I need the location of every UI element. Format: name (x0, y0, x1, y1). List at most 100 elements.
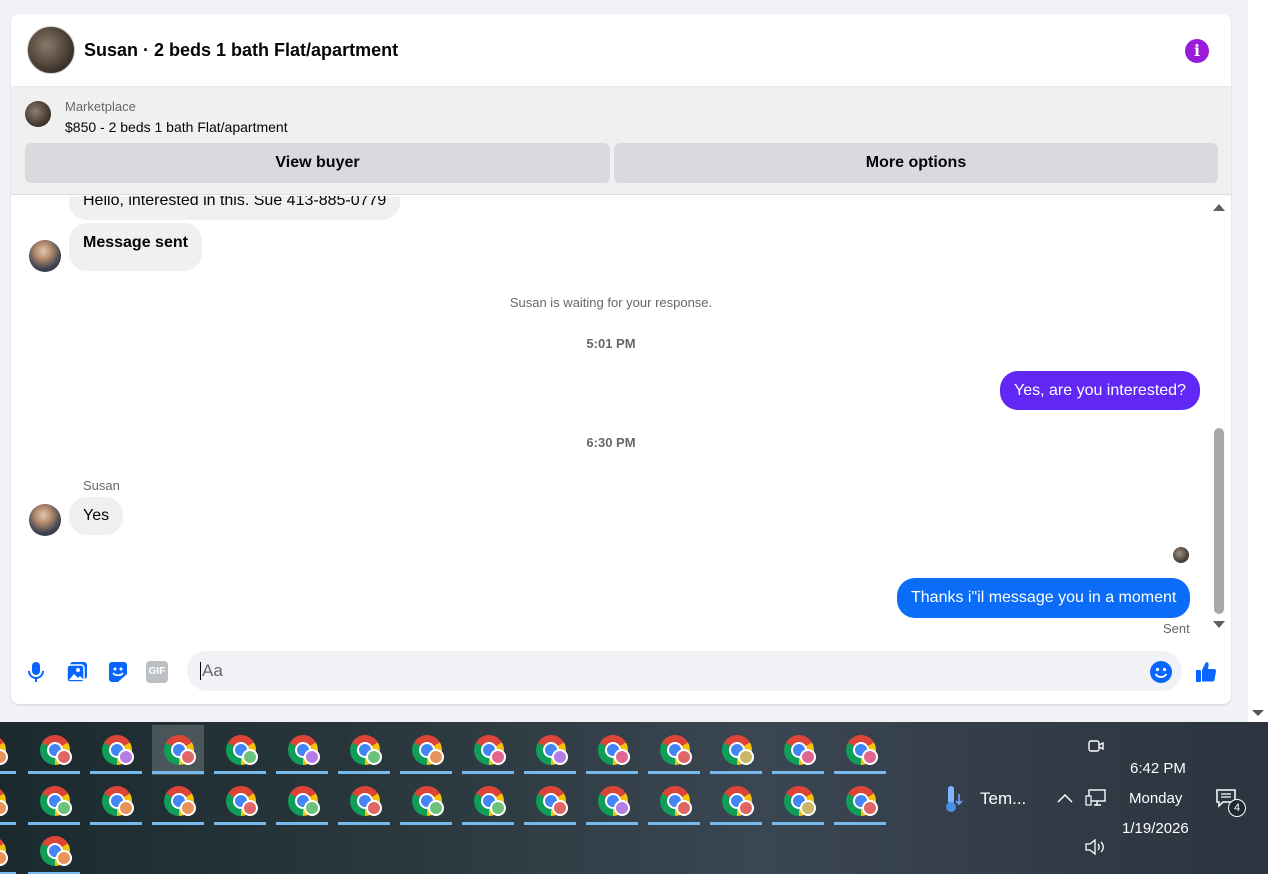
timestamp: 5:01 PM (586, 336, 636, 351)
chrome-taskbar-button[interactable] (0, 776, 16, 826)
profile-badge-icon (0, 850, 8, 866)
profile-badge-icon (180, 800, 196, 816)
chrome-taskbar-button[interactable] (152, 776, 204, 826)
chrome-taskbar-button[interactable] (214, 776, 266, 826)
chevron-up-icon[interactable] (1056, 792, 1074, 804)
message-input[interactable]: Aa (187, 651, 1182, 691)
scroll-up-arrow-icon[interactable] (1213, 204, 1225, 211)
chrome-taskbar-button[interactable] (772, 776, 824, 826)
profile-badge-icon (862, 800, 878, 816)
chrome-taskbar-button[interactable] (0, 725, 16, 775)
listing-price-title[interactable]: $850 - 2 beds 1 bath Flat/apartment (65, 119, 288, 135)
chrome-taskbar-button[interactable] (214, 725, 266, 775)
chrome-taskbar-button[interactable] (28, 725, 80, 775)
chrome-taskbar-button[interactable] (710, 725, 762, 775)
profile-badge-icon (800, 800, 816, 816)
image-icon[interactable] (65, 660, 89, 684)
profile-badge-icon (242, 800, 258, 816)
chrome-taskbar-button[interactable] (834, 776, 886, 826)
chrome-taskbar-button[interactable] (648, 725, 700, 775)
timestamp: 6:30 PM (586, 435, 636, 450)
chrome-taskbar-button[interactable] (276, 725, 328, 775)
profile-badge-icon (242, 749, 258, 765)
chrome-taskbar-button[interactable] (400, 725, 452, 775)
volume-icon[interactable] (1084, 838, 1106, 856)
chrome-taskbar-button[interactable] (338, 725, 390, 775)
listing-avatar[interactable] (27, 26, 75, 74)
message-scrollbar[interactable] (1211, 196, 1227, 644)
composer-bar: GIF Aa (11, 644, 1231, 704)
sender-avatar[interactable] (29, 240, 61, 272)
more-options-button[interactable]: More options (614, 143, 1218, 183)
chrome-taskbar-button[interactable] (462, 725, 514, 775)
profile-badge-icon (56, 749, 72, 765)
meet-now-icon[interactable] (1087, 737, 1105, 755)
message-status: Sent (1163, 621, 1190, 636)
listing-banner: Marketplace $850 - 2 beds 1 bath Flat/ap… (11, 87, 1231, 195)
profile-badge-icon (738, 749, 754, 765)
weather-label[interactable]: Tem... (980, 789, 1026, 809)
scroll-down-arrow-icon[interactable] (1252, 710, 1264, 716)
profile-badge-icon (490, 800, 506, 816)
chrome-taskbar-button[interactable] (338, 776, 390, 826)
emoji-icon[interactable] (1149, 660, 1173, 684)
conversation-title[interactable]: Susan · 2 beds 1 bath Flat/apartment (84, 40, 398, 61)
chrome-taskbar-button[interactable] (586, 725, 638, 775)
listing-thumbnail[interactable] (25, 101, 51, 127)
chrome-taskbar-button[interactable] (524, 725, 576, 775)
network-icon[interactable] (1085, 788, 1107, 808)
chrome-taskbar-button[interactable] (834, 725, 886, 775)
clock-date[interactable]: 1/19/2026 (1122, 820, 1189, 837)
chrome-taskbar-button[interactable] (648, 776, 700, 826)
clock-time[interactable]: 6:42 PM (1130, 760, 1186, 777)
chrome-taskbar-button[interactable] (28, 776, 80, 826)
profile-badge-icon (366, 749, 382, 765)
profile-badge-icon (676, 749, 692, 765)
chrome-taskbar-button[interactable] (0, 826, 16, 874)
chrome-taskbar-button[interactable] (90, 725, 142, 775)
chrome-taskbar-button[interactable] (400, 776, 452, 826)
chrome-taskbar-button[interactable] (28, 826, 80, 874)
microphone-icon[interactable] (24, 660, 48, 684)
listing-source: Marketplace (65, 99, 136, 114)
message-list[interactable]: Hello, interested in this. Sue 413-885-0… (11, 196, 1231, 644)
gif-icon[interactable]: GIF (146, 661, 168, 683)
profile-badge-icon (738, 800, 754, 816)
profile-badge-icon (304, 800, 320, 816)
chrome-taskbar-button[interactable] (152, 725, 204, 775)
waiting-notice: Susan is waiting for your response. (509, 295, 713, 310)
sticker-icon[interactable] (106, 660, 130, 684)
chrome-taskbar-button[interactable] (586, 776, 638, 826)
incoming-message: Yes (69, 497, 124, 535)
profile-badge-icon (304, 749, 320, 765)
info-icon[interactable]: i (1185, 39, 1209, 63)
view-buyer-button[interactable]: View buyer (25, 143, 610, 183)
profile-badge-icon (118, 749, 134, 765)
profile-badge-icon (490, 749, 506, 765)
profile-badge-icon (56, 800, 72, 816)
chrome-taskbar-button[interactable] (524, 776, 576, 826)
chrome-taskbar-button[interactable] (772, 725, 824, 775)
sender-name: Susan (83, 478, 120, 493)
profile-badge-icon (552, 800, 568, 816)
profile-badge-icon (676, 800, 692, 816)
profile-badge-icon (180, 749, 196, 765)
thermometer-icon[interactable] (942, 784, 966, 814)
profile-badge-icon (614, 749, 630, 765)
scrollbar-thumb[interactable] (1214, 428, 1224, 614)
taskbar: Tem... 6:42 PM Monday 1/19/2026 4 (0, 722, 1268, 874)
chrome-taskbar-button[interactable] (276, 776, 328, 826)
chrome-taskbar-button[interactable] (462, 776, 514, 826)
profile-badge-icon (366, 800, 382, 816)
message-input-placeholder: Aa (202, 661, 223, 680)
text-caret (200, 662, 201, 680)
message-sent-card: Message sent (69, 223, 202, 271)
chrome-taskbar-button[interactable] (710, 776, 762, 826)
chrome-taskbar-button[interactable] (90, 776, 142, 826)
scroll-down-arrow-icon[interactable] (1213, 621, 1225, 628)
page-scrollbar[interactable] (1248, 0, 1268, 722)
sender-avatar[interactable] (29, 504, 61, 536)
thumbs-up-icon[interactable] (1194, 660, 1218, 684)
clock-day[interactable]: Monday (1129, 790, 1182, 807)
profile-badge-icon (614, 800, 630, 816)
